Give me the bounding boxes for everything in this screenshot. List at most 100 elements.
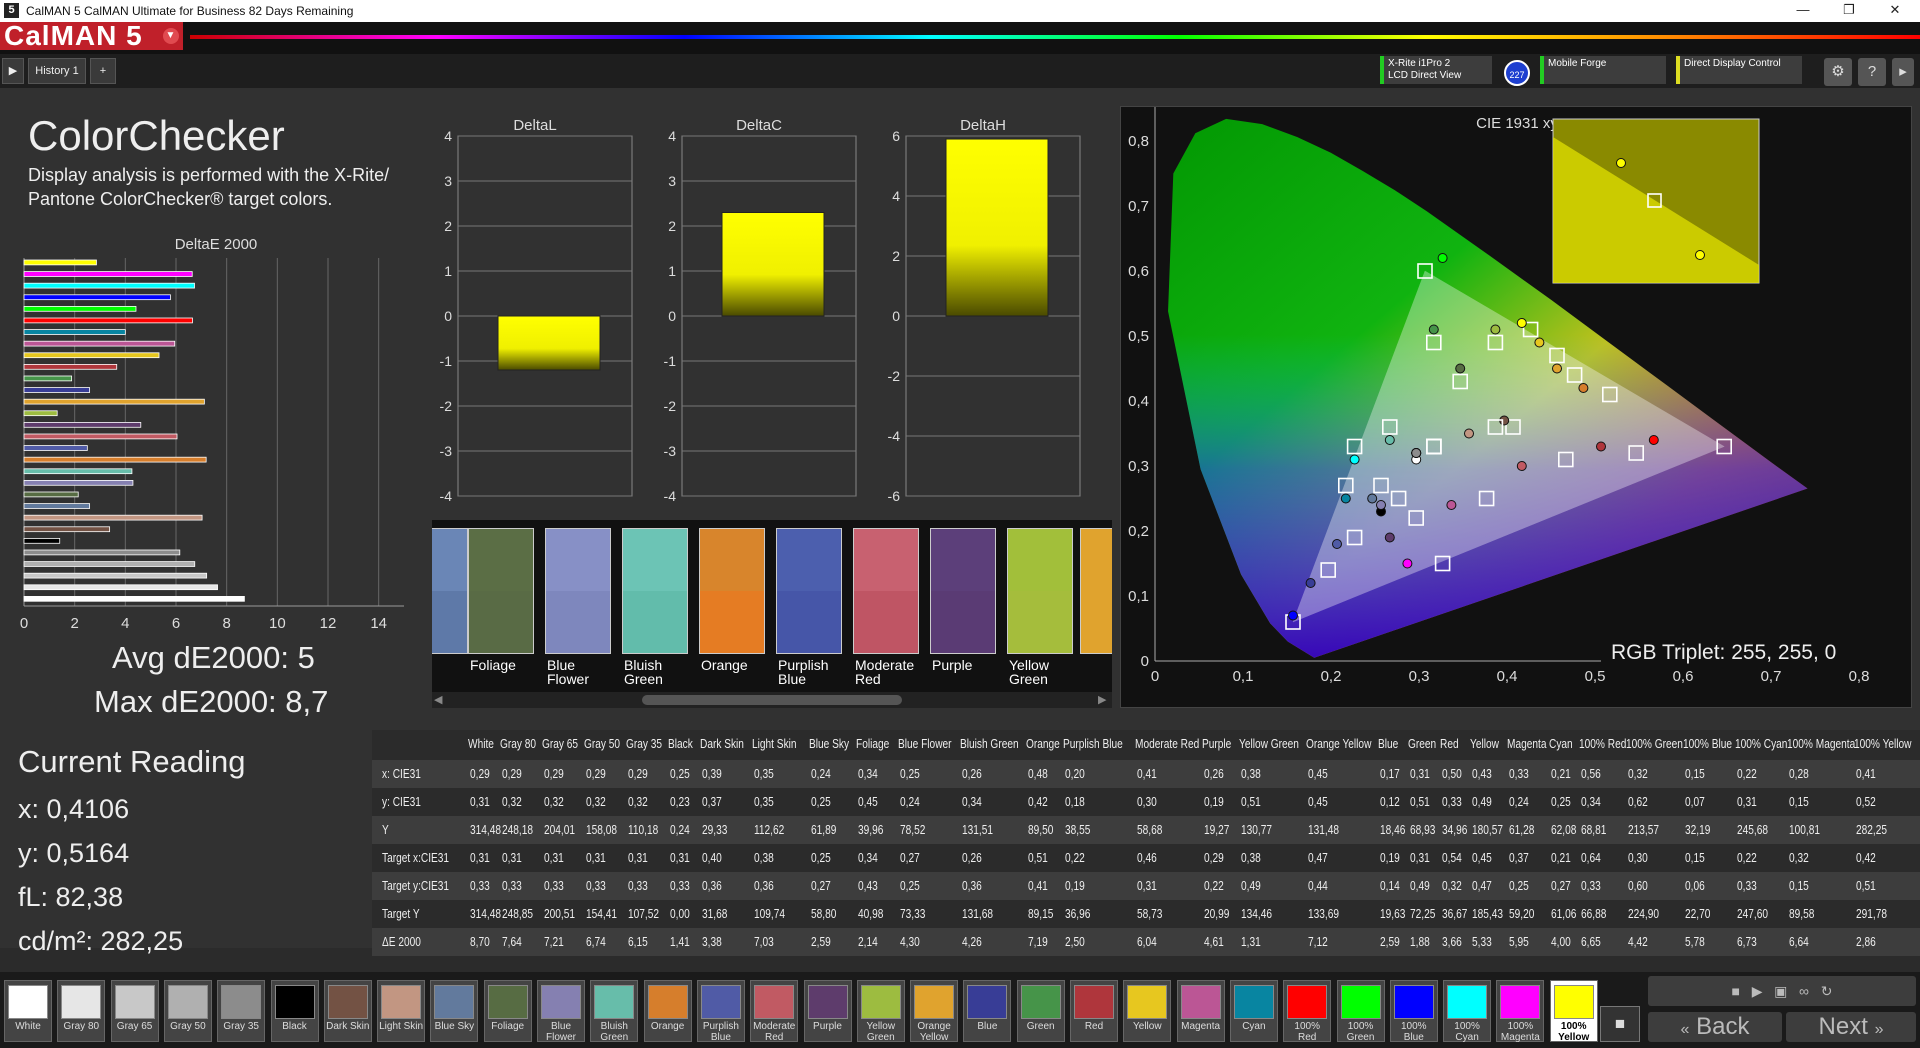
palette-item[interactable]: 100% Red: [1283, 980, 1332, 1043]
swatch-target: [931, 591, 995, 653]
palette-item[interactable]: Red: [1070, 980, 1118, 1042]
play-icon[interactable]: ▶: [1752, 983, 1763, 999]
palette-item[interactable]: Bluish Green: [590, 980, 639, 1043]
palette-swatch: [541, 985, 581, 1019]
deltae-bar: [23, 329, 126, 335]
palette-item[interactable]: 100% Yellow: [1549, 980, 1598, 1043]
palette-item[interactable]: Gray 65: [110, 980, 159, 1042]
swatch-target: [854, 591, 918, 653]
swatch-scrollbar[interactable]: ◀ ▶: [432, 692, 1112, 708]
palette-item[interactable]: 100% Magenta: [1496, 980, 1545, 1043]
cie-xtick: 0,5: [1585, 668, 1606, 685]
meter-selector[interactable]: X-Rite i1Pro 2 LCD Direct View: [1380, 56, 1492, 84]
measured-point: [1516, 318, 1527, 328]
swatch-measured: [546, 529, 610, 591]
brand-name: CalMAN 5: [4, 20, 143, 51]
palette-item[interactable]: Yellow Green: [856, 980, 905, 1043]
palette-item[interactable]: Blue Flower: [537, 980, 585, 1043]
table-cell: 0,33: [1737, 878, 1758, 893]
chevron-right-icon[interactable]: ▸: [1892, 58, 1914, 86]
swatch-8[interactable]: [1007, 528, 1073, 654]
minimize-button[interactable]: —: [1786, 2, 1820, 20]
table-cell: 31,68: [701, 906, 728, 921]
table-cell: 131,48: [1308, 822, 1340, 837]
palette-item[interactable]: 100% Cyan: [1443, 980, 1492, 1043]
palette-label: Moderate Red: [753, 1021, 796, 1043]
gear-icon[interactable]: ⚙: [1824, 58, 1852, 86]
cie-xtick: 0,2: [1321, 668, 1342, 685]
display-selector[interactable]: Direct Display Control: [1676, 56, 1802, 84]
palette-item[interactable]: Purple: [803, 980, 852, 1042]
palette-item[interactable]: Moderate Red: [750, 980, 799, 1043]
close-button[interactable]: ✕: [1878, 2, 1912, 20]
help-icon[interactable]: ?: [1858, 58, 1886, 86]
swatch-3[interactable]: [622, 528, 688, 654]
table-cell: 110,18: [627, 822, 659, 837]
back-label: Back: [1696, 1013, 1750, 1040]
swatch-target: [777, 591, 841, 653]
table-cell: 0,18: [1065, 794, 1086, 809]
table-cell: 0,41: [1856, 766, 1876, 781]
loop-icon[interactable]: ∞: [1799, 983, 1809, 999]
palette-item[interactable]: Orange Yellow: [910, 980, 959, 1043]
palette-item[interactable]: Foliage: [483, 980, 532, 1042]
page-description: Display analysis is performed with the X…: [28, 163, 428, 211]
swatch-7[interactable]: [930, 528, 996, 654]
table-cell: 0,43: [857, 878, 878, 893]
swatch-measured: [1008, 529, 1072, 591]
tab-history-1[interactable]: History 1: [28, 58, 86, 84]
table-cell: 314,48: [470, 906, 502, 921]
palette-item[interactable]: Dark Skin: [323, 980, 372, 1042]
save-icon[interactable]: ▣: [1774, 983, 1787, 999]
deltae-tick: 4: [121, 615, 129, 632]
palette-item[interactable]: 100% Blue: [1389, 980, 1438, 1043]
palette-item[interactable]: Orange: [643, 980, 692, 1042]
palette-item[interactable]: Black: [270, 980, 319, 1042]
palette-swatch: [914, 985, 955, 1019]
palette-item[interactable]: Green: [1016, 980, 1065, 1042]
table-cell: 0,40: [701, 850, 722, 865]
delta-chart-title: DeltaL: [513, 117, 556, 134]
palette-swatch: [1020, 985, 1061, 1019]
palette-item[interactable]: Blue: [963, 980, 1012, 1042]
swatch-0[interactable]: [432, 528, 468, 654]
next-button[interactable]: Next »: [1786, 1012, 1916, 1042]
swatch-4[interactable]: [699, 528, 765, 654]
table-cell: 66,88: [1581, 906, 1607, 921]
meter-badge[interactable]: 227: [1504, 60, 1530, 86]
palette-item[interactable]: Gray 50: [163, 980, 212, 1042]
calman-menu-button[interactable]: CalMAN 5 ▼: [0, 22, 183, 50]
palette-item[interactable]: Gray 80: [57, 980, 106, 1042]
swatch-2[interactable]: [545, 528, 611, 654]
stop-icon[interactable]: ■: [1732, 983, 1740, 999]
swatch-5[interactable]: [776, 528, 842, 654]
table-cell: 0,26: [1204, 766, 1224, 781]
palette-item[interactable]: 100% Green: [1336, 980, 1385, 1043]
palette-item[interactable]: Gray 35: [217, 980, 266, 1042]
table-cell: 134,46: [1241, 906, 1273, 921]
back-button[interactable]: « Back: [1648, 1012, 1782, 1042]
record-button[interactable]: ⏹: [1600, 1006, 1640, 1042]
swatch-6[interactable]: [853, 528, 919, 654]
refresh-icon[interactable]: ↻: [1821, 983, 1833, 999]
add-tab-button[interactable]: +: [90, 58, 116, 84]
table-cell: 89,58: [1789, 906, 1815, 921]
palette-item[interactable]: Magenta: [1176, 980, 1225, 1042]
swatch-1[interactable]: [468, 528, 534, 654]
maximize-button[interactable]: ❐: [1832, 2, 1866, 20]
play-icon[interactable]: ▶: [2, 58, 24, 84]
current-reading-title: Current Reading: [18, 744, 246, 779]
palette-item[interactable]: White: [4, 980, 52, 1042]
palette-item[interactable]: Blue Sky: [430, 980, 479, 1042]
palette-label: Blue Sky: [434, 1021, 475, 1032]
delta-tick: 2: [444, 218, 452, 234]
scroll-left-icon[interactable]: ◀: [434, 693, 442, 706]
palette-item[interactable]: Light Skin: [377, 980, 426, 1042]
palette-item[interactable]: Purplish Blue: [696, 980, 745, 1043]
scrollbar-thumb[interactable]: [642, 695, 902, 705]
table-cell: 0,31: [1137, 878, 1158, 893]
palette-item[interactable]: Yellow: [1123, 980, 1172, 1042]
source-selector[interactable]: Mobile Forge: [1540, 56, 1666, 84]
palette-item[interactable]: Cyan: [1229, 980, 1278, 1042]
scroll-right-icon[interactable]: ▶: [1098, 693, 1106, 706]
